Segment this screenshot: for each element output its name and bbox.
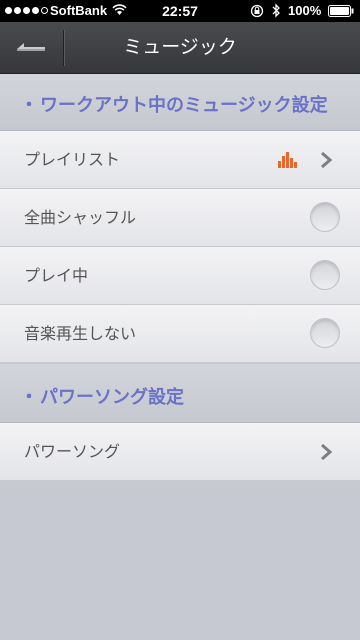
now-playing-label: プレイ中 — [24, 266, 89, 285]
back-button[interactable] — [0, 22, 64, 73]
bluetooth-icon — [272, 3, 280, 18]
playlist-row[interactable]: プレイリスト — [0, 131, 360, 189]
no-music-label: 音楽再生しない — [24, 324, 137, 343]
navigation-bar: ミュージック — [0, 22, 360, 74]
rotation-lock-icon — [250, 4, 264, 18]
chevron-right-icon — [321, 444, 332, 460]
section-bullet: ・ — [20, 95, 38, 116]
shuffle-all-row[interactable]: 全曲シャッフル — [0, 189, 360, 247]
no-music-radio[interactable] — [310, 318, 340, 348]
battery-icon — [328, 5, 354, 17]
no-music-row[interactable]: 音楽再生しない — [0, 305, 360, 363]
back-arrow-icon — [17, 43, 45, 51]
equalizer-icon — [278, 152, 297, 168]
power-song-row[interactable]: パワーソング — [0, 423, 360, 481]
page-title: ミュージック — [123, 36, 237, 58]
power-song-label: パワーソング — [24, 442, 121, 461]
playlist-label: プレイリスト — [24, 150, 121, 169]
section-header-workout-music: ・ ワークアウト中のミュージック設定 — [0, 74, 360, 131]
chevron-right-icon — [321, 152, 332, 168]
now-playing-row[interactable]: プレイ中 — [0, 247, 360, 305]
section-header-power-song: ・ パワーソング設定 — [0, 364, 360, 423]
shuffle-all-radio[interactable] — [310, 202, 340, 232]
shuffle-all-label: 全曲シャッフル — [24, 208, 137, 227]
battery-percentage: 100% — [288, 3, 322, 18]
section-bullet: ・ — [20, 387, 38, 408]
section-title-workout-music: ワークアウト中のミュージック設定 — [40, 95, 328, 116]
now-playing-radio[interactable] — [310, 260, 340, 290]
section-title-power-song: パワーソング設定 — [40, 387, 184, 408]
status-bar: SoftBank 22:57 100% — [0, 0, 360, 22]
empty-background — [0, 482, 360, 640]
